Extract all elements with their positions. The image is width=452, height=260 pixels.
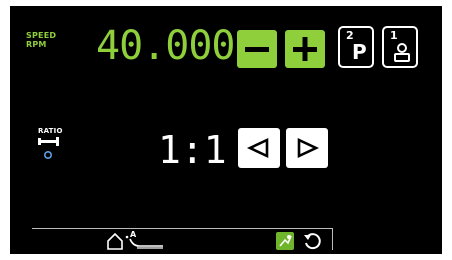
tool-icon (279, 235, 292, 247)
bottom-divider (32, 228, 333, 229)
ratio-indicator-icon (43, 150, 53, 160)
program-button[interactable]: 2 P (338, 26, 374, 68)
ratio-next-button[interactable] (286, 128, 328, 168)
user-button[interactable]: 1 (382, 26, 418, 68)
rotation-direction-button[interactable] (302, 232, 322, 252)
speed-decrease-button[interactable] (237, 30, 277, 68)
user-number: 1 (390, 29, 398, 42)
tool-button[interactable] (276, 232, 294, 250)
minus-icon (245, 47, 269, 52)
plus-icon (293, 37, 317, 61)
house-icon (107, 232, 123, 250)
speed-label: SPEED (26, 31, 57, 40)
rotate-ccw-icon (304, 233, 321, 250)
handpiece-icon (38, 137, 59, 146)
program-letter: P (352, 40, 367, 64)
ratio-value: 1:1 (158, 128, 227, 172)
user-icon (394, 43, 410, 62)
rpm-label: RPM (26, 40, 47, 49)
triangle-right-icon (297, 137, 320, 159)
speed-value: 40.000 (96, 23, 235, 69)
instrument-icon (125, 235, 163, 249)
mode-button[interactable]: A (106, 230, 170, 252)
ratio-previous-button[interactable] (238, 128, 280, 168)
control-screen: SPEED RPM 40.000 2 P 1 RATIO 1:1 A (10, 6, 442, 254)
triangle-left-icon (246, 137, 269, 159)
bottom-divider-edge (332, 228, 333, 250)
speed-increase-button[interactable] (285, 30, 325, 68)
ratio-label: RATIO (38, 127, 63, 135)
